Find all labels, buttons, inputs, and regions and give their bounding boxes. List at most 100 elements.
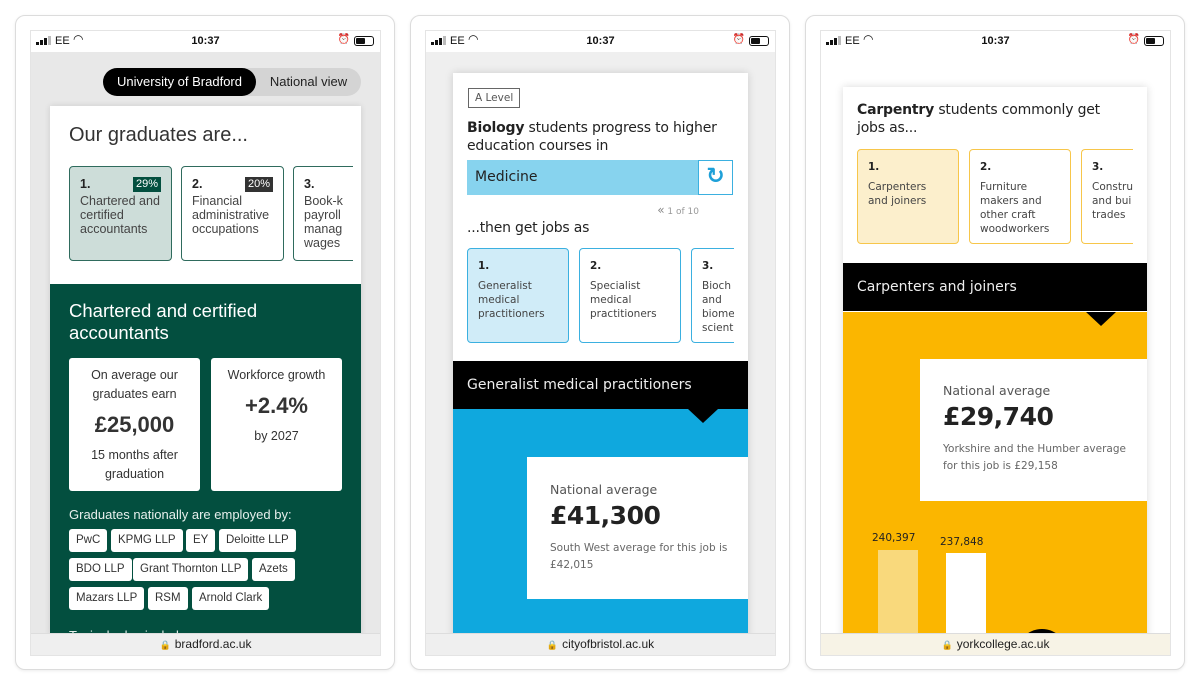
job-tile-2[interactable]: 2. Specialist medical practitioners <box>579 248 681 343</box>
url-text: bradford.ac.uk <box>174 637 252 651</box>
tile-line: other craft <box>980 209 1036 221</box>
tile-line: accountants <box>80 222 148 236</box>
subject: Biology <box>467 120 525 136</box>
tile-line: Specialist <box>590 280 641 292</box>
employer-tag: EY <box>186 529 216 552</box>
jobs-card: Carpentry students commonly get jobs as.… <box>843 87 1147 655</box>
rank: 2. <box>980 161 992 173</box>
jobs-label: ...then get jobs as <box>467 220 590 236</box>
url-text: yorkcollege.ac.uk <box>956 637 1050 651</box>
tile-line: Chartered and <box>80 194 160 208</box>
rewind-icon[interactable]: « <box>657 203 664 217</box>
graduates-card: Our graduates are... 1. 29% Chartered an… <box>50 106 361 644</box>
pager[interactable]: « 1 of 10 <box>657 203 699 217</box>
phone-frame-bradford: EE ◠ 10:37 ⏰ University of Bradford Nati… <box>15 15 395 670</box>
alarm-icon: ⏰ <box>1127 34 1140 45</box>
selected-job-header: Generalist medical practitioners <box>453 361 748 409</box>
tile-line: Carpenters <box>868 181 927 193</box>
pointer-arrow <box>688 409 718 423</box>
percent-badge: 20% <box>244 177 273 192</box>
tile-line: Bioch <box>702 280 731 292</box>
alarm-icon: ⏰ <box>337 34 350 45</box>
selected-job-header: Carpenters and joiners <box>843 263 1147 311</box>
salary-label: National average <box>550 482 658 497</box>
rank: 2. <box>590 260 602 272</box>
salary-value: £29,740 <box>943 402 1054 431</box>
screen: EE ◠ 10:37 ⏰ Carpentry students commonly… <box>820 30 1171 656</box>
occupation-tile-3[interactable]: 3. Book-k payroll manag wages <box>293 166 353 261</box>
job-tile-3[interactable]: 3. Bioch and biome scient <box>691 248 734 343</box>
url-text: cityofbristol.ac.uk <box>562 637 655 651</box>
rank: 1. <box>868 161 880 173</box>
stat-value: +2.4% <box>245 393 308 418</box>
url-bar[interactable]: 🔒 cityofbristol.ac.uk <box>426 633 775 655</box>
pager-text: 1 of 10 <box>667 207 699 217</box>
screen: EE ◠ 10:37 ⏰ University of Bradford Nati… <box>30 30 381 656</box>
status-bar: EE ◠ 10:37 ⏰ <box>426 31 775 52</box>
progression-card: A Level Biology students progress to hig… <box>453 73 748 655</box>
battery-icon <box>354 36 374 46</box>
url-bar[interactable]: 🔒 bradford.ac.uk <box>31 633 380 655</box>
job-tile-2[interactable]: 2. Furniture makers and other craft wood… <box>969 149 1071 244</box>
occupation-tile-2[interactable]: 2. 20% Financial administrative occupati… <box>181 166 284 261</box>
job-tile-1[interactable]: 1. Carpenters and joiners <box>857 149 959 244</box>
course-selector[interactable]: Medicine ↻ <box>467 160 733 195</box>
tile-line: trades <box>1092 209 1126 221</box>
url-bar[interactable]: 🔒 yorkcollege.ac.uk <box>821 633 1170 655</box>
salary-note: Yorkshire and the Humber average for thi… <box>943 443 1126 472</box>
employer-tag: BDO LLP <box>69 558 132 581</box>
bar-label: 237,848 <box>940 536 984 548</box>
clock: 10:37 <box>981 35 1010 47</box>
tile-line: occupations <box>192 222 259 236</box>
rank: 3. <box>304 177 315 191</box>
phone-frame-york: EE ◠ 10:37 ⏰ Carpentry students commonly… <box>805 15 1185 670</box>
salary-note: South West average for this job is £42,0… <box>550 542 728 571</box>
tile-line: woodworkers <box>980 223 1050 235</box>
pointer-arrow <box>1086 312 1116 326</box>
toggle-university[interactable]: University of Bradford <box>103 68 256 96</box>
job-tile-3[interactable]: 3. Constru and bui trades <box>1081 149 1133 244</box>
lock-icon: 🔒 <box>941 640 953 650</box>
tile-line: makers and <box>980 195 1042 207</box>
lock-icon: 🔒 <box>546 640 559 650</box>
alarm-icon: ⏰ <box>732 34 745 45</box>
view-toggle: University of Bradford National view <box>103 68 361 96</box>
refresh-icon[interactable]: ↻ <box>698 160 733 195</box>
stat-note: by 2027 <box>254 429 299 443</box>
job-tile-1[interactable]: 1. Generalist medical practitioners <box>467 248 569 343</box>
tile-line: administrative <box>192 208 270 222</box>
status-bar: EE ◠ 10:37 ⏰ <box>821 31 1170 52</box>
tile-line: and bui <box>1092 195 1132 207</box>
rank: 1. <box>478 260 490 272</box>
toggle-national[interactable]: National view <box>256 68 361 96</box>
employer-tag: Mazars LLP <box>69 587 145 610</box>
employers-label: Graduates nationally are employed by: <box>69 507 292 522</box>
tile-line: medical <box>590 294 632 306</box>
tile-line: wages <box>304 236 341 250</box>
tile-line: Book-k <box>304 194 343 208</box>
employer-tag: Grant Thornton LLP <box>133 558 249 581</box>
progression-lead: Biology students progress to higher educ… <box>467 119 727 155</box>
occupation-tile-1[interactable]: 1. 29% Chartered and certified accountan… <box>69 166 172 261</box>
clock: 10:37 <box>191 35 220 47</box>
tile-line: manag <box>304 222 343 236</box>
employer-tag: Azets <box>252 558 295 581</box>
phone-frame-bristol: EE ◠ 10:37 ⏰ A Level Biology students pr… <box>410 15 790 670</box>
employer-tag: KPMG LLP <box>111 529 183 552</box>
bar-label: 240,397 <box>872 532 916 544</box>
employer-tag: RSM <box>148 587 188 610</box>
employer-tag: Arnold Clark <box>192 587 270 610</box>
employer-tag: PwC <box>69 529 108 552</box>
jobs-lead: Carpentry students commonly get jobs as.… <box>857 101 1132 137</box>
tile-line: practitioners <box>590 308 657 320</box>
tile-line: Furniture <box>980 181 1028 193</box>
earnings-stat: On average our graduates earn £25,000 15… <box>69 358 200 491</box>
salary-label: National average <box>943 383 1051 398</box>
tile-line: scient <box>702 322 734 334</box>
tile-line: practitioners <box>478 308 545 320</box>
stat-value: £25,000 <box>94 412 175 437</box>
salary-box: National average £41,300 South West aver… <box>527 457 748 599</box>
battery-icon <box>1144 36 1164 46</box>
tile-line: and <box>702 294 722 306</box>
level-tag: A Level <box>468 88 521 108</box>
